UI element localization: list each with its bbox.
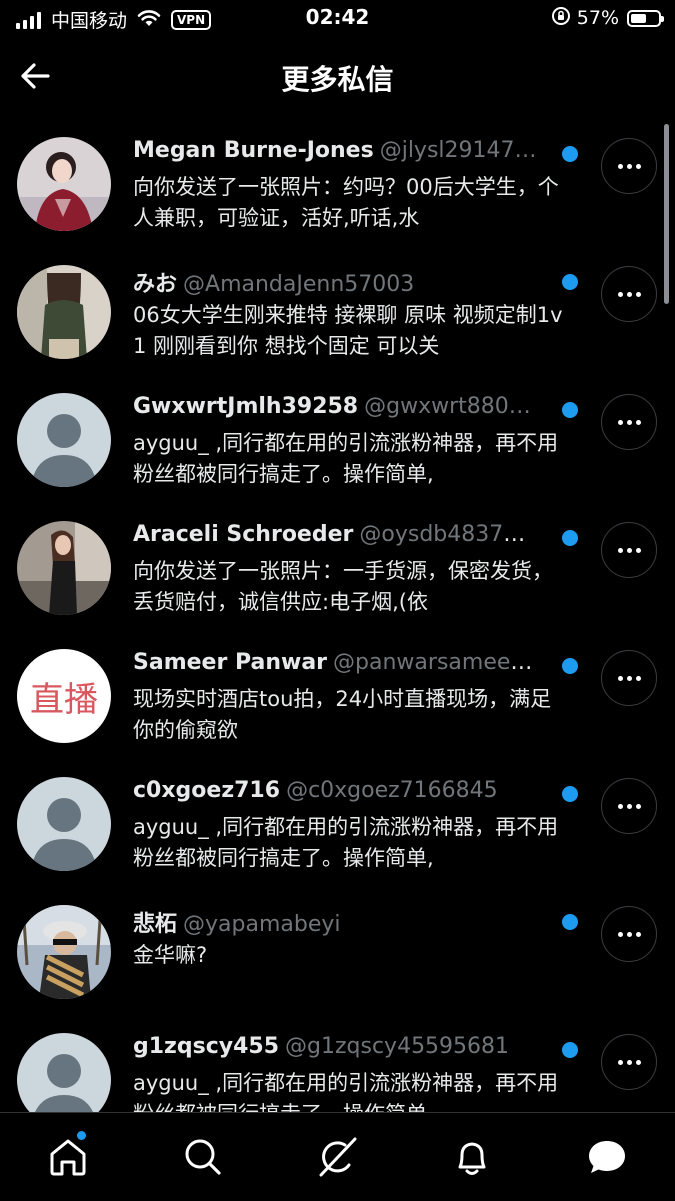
avatar[interactable]: 直播 [17,649,111,743]
more-options-button[interactable] [601,650,657,706]
more-options-button[interactable] [601,1034,657,1090]
conversation-list[interactable]: Megan Burne-Jones @jlysl29147… 向你发送了一张照片：… [0,122,675,1112]
header: 更多私信 [0,48,675,104]
message-preview: 向你发送了一张照片：约吗？00后大学生，个人兼职，可验证，活好,听话,水 [133,175,559,230]
more-options-button[interactable] [601,778,657,834]
message-preview: ayguu_ ,同行都在用的引流涨粉神器，再不用粉丝都被同行搞走了。操作简单, [133,815,559,870]
default-avatar-icon [17,777,111,871]
display-name: GwxwrtJmlh39258 [133,394,359,419]
status-bar: 中国移动 VPN 02:42 57% [0,0,675,38]
display-name: c0xgoez716 [133,778,281,803]
conversation-item[interactable]: 直播 Sameer Panwar @panwarsameer… 现场实时酒店tou… [0,634,675,762]
messages-icon [589,1141,625,1173]
tab-home[interactable] [46,1131,90,1179]
unread-indicator [562,914,578,930]
message-preview: 向你发送了一张照片：一手货源，保密发货，丢货赔付，诚信供应:电子烟,(依 [133,559,553,614]
more-options-button[interactable] [601,394,657,450]
avatar[interactable] [17,393,111,487]
default-avatar-icon [17,1033,111,1112]
more-options-button[interactable] [601,138,657,194]
user-handle: @AmandaJenn57003 [183,272,415,296]
conversation-item[interactable]: みお @AmandaJenn57003 06女大学生刚来推特 接裸聊 原味 视频定… [0,250,675,378]
tab-bar [0,1112,675,1201]
avatar[interactable] [17,777,111,871]
more-options-button[interactable] [601,906,657,962]
user-handle: @panwarsameer… [333,650,538,675]
user-handle: @c0xgoez7166845 [286,778,498,803]
display-name: g1zqscy455 [133,1034,280,1059]
message-preview: 现场实时酒店tou拍，24小时直播现场，满足你的偷窥欲 [133,687,552,742]
tab-search[interactable] [181,1135,225,1179]
avatar[interactable] [17,1033,111,1112]
user-handle: @yapamabeyi [183,912,341,936]
unread-indicator [562,274,578,290]
orientation-lock-icon [551,6,571,30]
tab-grok[interactable] [315,1135,359,1179]
unread-indicator [562,1042,578,1058]
battery-icon [627,9,664,27]
avatar[interactable] [17,521,111,615]
page-title: 更多私信 [281,63,394,96]
notification-dot [77,1131,86,1140]
user-handle: @jlysl29147… [379,138,537,163]
message-preview: 06女大学生刚来推特 接裸聊 原味 视频定制1v1 刚刚看到你 想找个固定 可以… [133,303,563,358]
conversation-item[interactable]: GwxwrtJmlh39258 @gwxwrt880… ayguu_ ,同行都在用… [0,378,675,506]
home-icon [50,1139,86,1176]
display-name: 悲柘 [133,912,178,936]
tab-messages[interactable] [585,1135,629,1179]
avatar[interactable] [17,137,111,231]
display-name: みお [133,272,178,296]
message-preview: ayguu_ ,同行都在用的引流涨粉神器，再不用粉丝都被同行搞走了。操作简单, [133,431,559,486]
bell-icon [458,1142,486,1175]
conversation-item[interactable]: Megan Burne-Jones @jlysl29147… 向你发送了一张照片：… [0,122,675,250]
conversation-item[interactable]: g1zqscy455 @g1zqscy45595681 ayguu_ ,同行都在用… [0,1018,675,1112]
display-name: Sameer Panwar [133,650,328,675]
unread-indicator [562,786,578,802]
unread-indicator [562,146,578,162]
grok-icon [319,1137,357,1177]
unread-indicator [562,658,578,674]
conversation-item[interactable]: c0xgoez716 @c0xgoez7166845 ayguu_ ,同行都在用的… [0,762,675,890]
avatar[interactable] [17,265,111,359]
user-handle: @gwxwrt880… [364,394,531,419]
search-icon [185,1139,221,1175]
message-preview: ayguu_ ,同行都在用的引流涨粉神器，再不用粉丝都被同行搞走了。操作简单, [133,1071,559,1112]
avatar-text: 直播 [30,679,98,720]
more-options-button[interactable] [601,522,657,578]
unread-indicator [562,530,578,546]
user-handle: @oysdb48377… [359,522,538,547]
tab-notifications[interactable] [450,1135,494,1179]
scrollbar[interactable] [664,124,669,304]
conversation-item[interactable]: 悲柘 @yapamabeyi 金华嘛? [0,890,675,1018]
unread-indicator [562,402,578,418]
battery-percent: 57% [576,7,619,29]
default-avatar-icon [17,393,111,487]
display-name: Araceli Schroeder [133,522,354,547]
user-handle: @g1zqscy45595681 [285,1034,510,1059]
avatar[interactable] [17,905,111,999]
more-options-button[interactable] [601,266,657,322]
display-name: Megan Burne-Jones [133,138,374,163]
conversation-item[interactable]: Araceli Schroeder @oysdb48377… 向你发送了一张照片：… [0,506,675,634]
message-preview: 金华嘛? [133,943,208,967]
